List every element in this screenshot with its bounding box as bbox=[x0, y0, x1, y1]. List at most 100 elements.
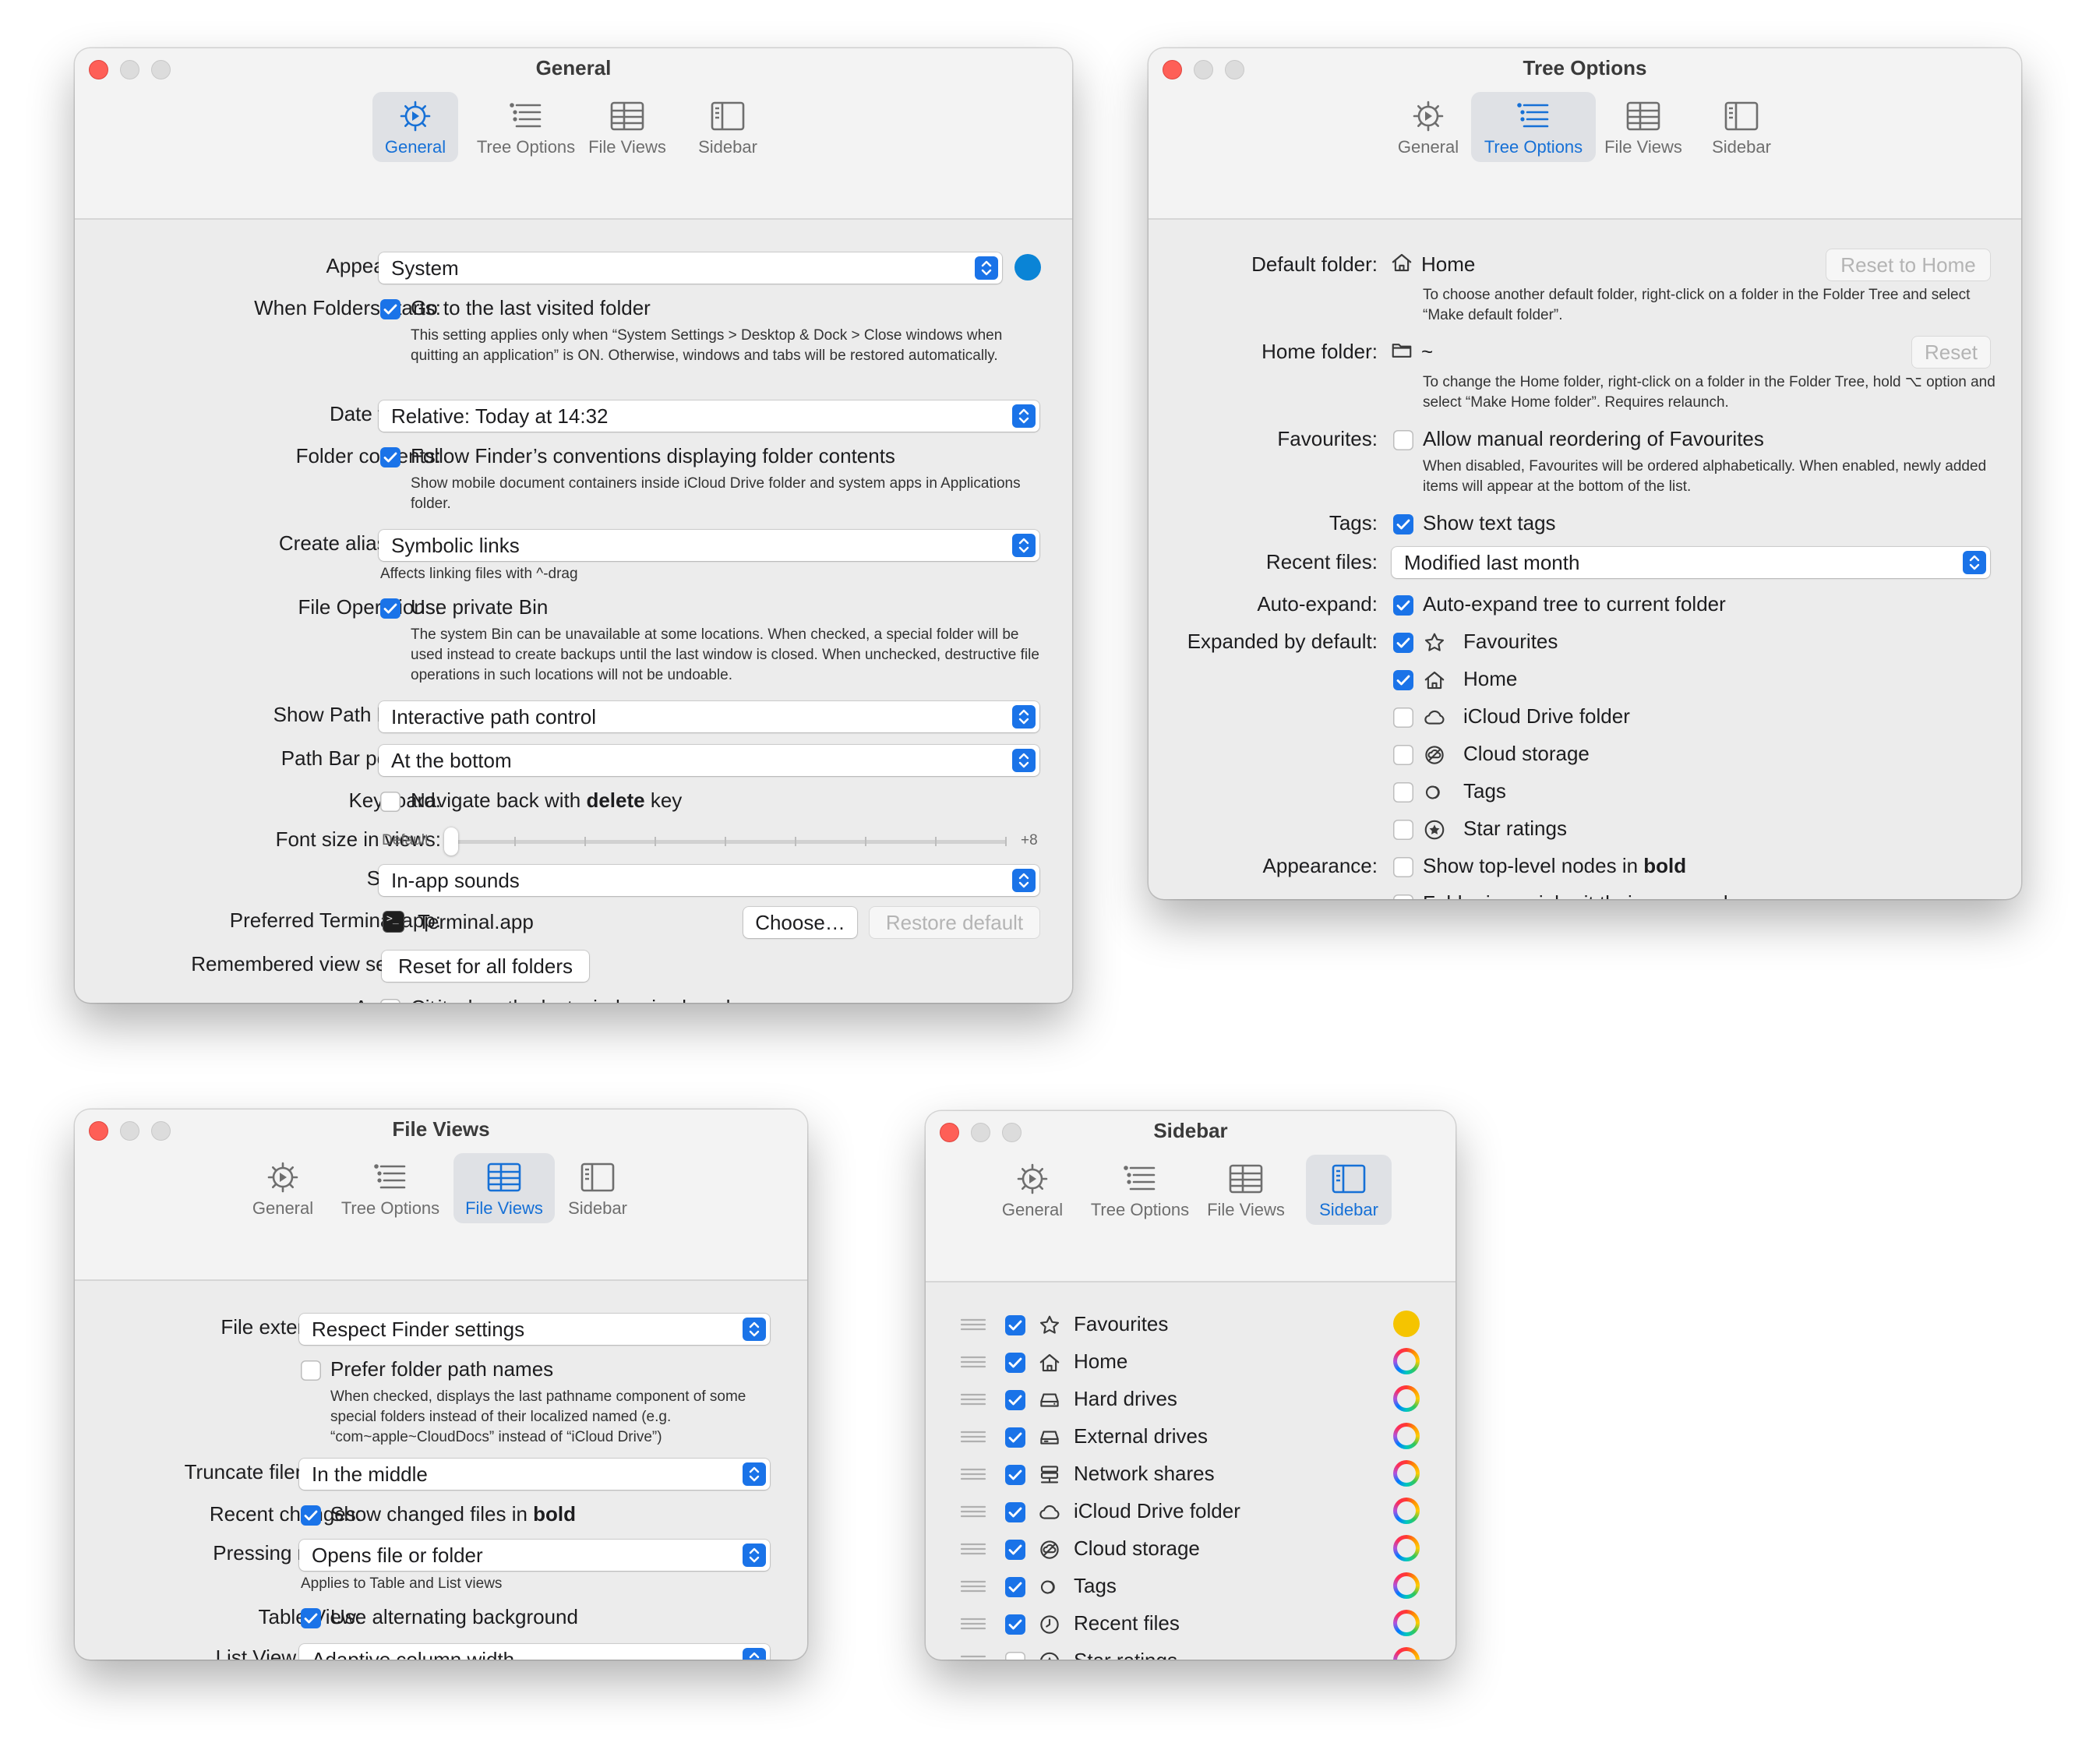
last-visited-checkbox[interactable] bbox=[380, 299, 400, 319]
sidebar-item-checkbox[interactable] bbox=[1005, 1540, 1025, 1560]
tab-label: General bbox=[252, 1198, 314, 1218]
restore-default-button[interactable]: Restore default bbox=[870, 907, 1039, 938]
navigate-back-text: Navigate back with delete key bbox=[411, 789, 683, 812]
expanded-item-checkbox[interactable] bbox=[1393, 782, 1413, 803]
sidebar-item-checkbox[interactable] bbox=[1005, 1390, 1025, 1410]
aliases-popup[interactable]: Symbolic links bbox=[379, 530, 1039, 561]
path-bar-position-popup[interactable]: At the bottom bbox=[379, 745, 1039, 776]
drag-handle-icon[interactable] bbox=[960, 1392, 986, 1406]
drag-handle-icon[interactable] bbox=[960, 1505, 986, 1519]
appearance-popup[interactable]: System bbox=[379, 252, 1002, 284]
list-view-layout-value: Adaptive column width bbox=[312, 1648, 515, 1660]
expanded-item-checkbox[interactable] bbox=[1393, 820, 1413, 840]
chevron-updown-icon bbox=[975, 256, 998, 280]
color-well[interactable] bbox=[1393, 1423, 1420, 1449]
path-bar-popup[interactable]: Interactive path control bbox=[379, 701, 1039, 732]
color-well[interactable] bbox=[1393, 1535, 1420, 1561]
expanded-item-checkbox[interactable] bbox=[1393, 707, 1413, 728]
expanded-item-label: Favourites bbox=[1463, 630, 1558, 653]
expanded-item-checkbox[interactable] bbox=[1393, 745, 1413, 765]
drag-handle-icon[interactable] bbox=[960, 1654, 986, 1660]
tab-sidebar[interactable]: Sidebar bbox=[1306, 1155, 1392, 1225]
expanded-item-checkbox[interactable] bbox=[1393, 633, 1413, 653]
default-folder-help: To choose another default folder, right-… bbox=[1423, 287, 1971, 323]
slider-tick bbox=[1005, 837, 1007, 846]
color-well[interactable] bbox=[1393, 1311, 1420, 1337]
tab-general[interactable]: General bbox=[990, 1155, 1075, 1225]
choose-terminal-button[interactable]: Choose… bbox=[743, 907, 857, 938]
color-well[interactable] bbox=[1393, 1498, 1420, 1524]
list-view-layout-popup[interactable]: Adaptive column width bbox=[299, 1644, 770, 1660]
color-well[interactable] bbox=[1393, 1572, 1420, 1599]
sidebar-item-checkbox[interactable] bbox=[1005, 1427, 1025, 1448]
bold-top-level-checkbox[interactable] bbox=[1393, 857, 1413, 877]
sounds-popup[interactable]: In-app sounds bbox=[379, 865, 1039, 896]
drag-handle-icon[interactable] bbox=[960, 1617, 986, 1631]
tab-tree-options[interactable]: Tree Options bbox=[1082, 1155, 1198, 1225]
recent-files-popup[interactable]: Modified last month bbox=[1392, 547, 1990, 578]
sidebar-item-checkbox[interactable] bbox=[1005, 1353, 1025, 1373]
file-extensions-popup[interactable]: Respect Finder settings bbox=[299, 1314, 770, 1345]
slider-knob[interactable] bbox=[444, 827, 458, 856]
drag-handle-icon[interactable] bbox=[960, 1579, 986, 1593]
private-bin-checkbox[interactable] bbox=[380, 598, 400, 619]
gear-icon bbox=[397, 98, 434, 134]
tab-general[interactable]: General bbox=[372, 92, 458, 162]
inherit-group-colour-checkbox[interactable] bbox=[1393, 894, 1413, 899]
tab-file-views[interactable]: File Views bbox=[1203, 1155, 1289, 1225]
pressing-return-popup[interactable]: Opens file or folder bbox=[299, 1540, 770, 1571]
changed-files-bold-text: Show changed files in bold bbox=[330, 1502, 577, 1526]
pressing-return-help: Applies to Table and List views bbox=[301, 1575, 503, 1592]
accent-color-well[interactable] bbox=[1014, 254, 1041, 280]
sidebar-item-label: iCloud Drive folder bbox=[1074, 1499, 1240, 1522]
sidebar-item-checkbox[interactable] bbox=[1005, 1614, 1025, 1635]
font-size-slider[interactable] bbox=[444, 827, 1007, 856]
color-well[interactable] bbox=[1393, 1348, 1420, 1374]
tab-general[interactable]: General bbox=[1385, 92, 1471, 162]
expanded-item-label: Cloud storage bbox=[1463, 742, 1590, 765]
reset-all-folders-button[interactable]: Reset for all folders bbox=[382, 951, 589, 982]
color-well[interactable] bbox=[1393, 1647, 1420, 1660]
drag-handle-icon[interactable] bbox=[960, 1318, 986, 1332]
reorder-favourites-text: Allow manual reordering of Favourites bbox=[1423, 427, 1764, 450]
reset-home-folder-button[interactable]: Reset bbox=[1912, 337, 1990, 368]
tab-sidebar[interactable]: Sidebar bbox=[555, 1153, 640, 1223]
tree-options-pane: Default folder: Home Reset to Home To ch… bbox=[1149, 221, 2021, 899]
color-well[interactable] bbox=[1393, 1460, 1420, 1487]
tab-file-views[interactable]: File Views bbox=[453, 1153, 555, 1223]
drag-handle-icon[interactable] bbox=[960, 1542, 986, 1556]
drag-handle-icon[interactable] bbox=[960, 1355, 986, 1369]
alternating-background-checkbox[interactable] bbox=[301, 1608, 321, 1628]
expanded-item-checkbox[interactable] bbox=[1393, 670, 1413, 690]
auto-expand-checkbox[interactable] bbox=[1393, 595, 1413, 616]
file-operations-help: The system Bin can be unavailable at som… bbox=[411, 626, 1039, 683]
tab-tree-options[interactable]: Tree Options bbox=[1471, 92, 1596, 162]
sidebar-item-checkbox[interactable] bbox=[1005, 1577, 1025, 1597]
tab-tree-options[interactable]: Tree Options bbox=[468, 92, 584, 162]
reset-to-home-button[interactable]: Reset to Home bbox=[1826, 249, 1990, 280]
drag-handle-icon[interactable] bbox=[960, 1467, 986, 1481]
changed-files-bold-checkbox[interactable] bbox=[301, 1505, 321, 1526]
date-format-popup[interactable]: Relative: Today at 14:32 bbox=[379, 400, 1039, 432]
color-well[interactable] bbox=[1393, 1610, 1420, 1636]
sidebar-item-checkbox[interactable] bbox=[1005, 1315, 1025, 1335]
font-size-max-label: +8 bbox=[1021, 832, 1038, 848]
color-well[interactable] bbox=[1393, 1385, 1420, 1412]
tab-tree-options[interactable]: Tree Options bbox=[332, 1153, 449, 1223]
truncate-filenames-popup[interactable]: In the middle bbox=[299, 1459, 770, 1490]
tab-general[interactable]: General bbox=[240, 1153, 326, 1223]
prefer-folder-path-checkbox[interactable] bbox=[301, 1360, 321, 1381]
navigate-back-checkbox[interactable] bbox=[380, 792, 400, 812]
tab-sidebar[interactable]: Sidebar bbox=[681, 92, 775, 162]
show-text-tags-checkbox[interactable] bbox=[1393, 514, 1413, 534]
tab-file-views[interactable]: File Views bbox=[584, 92, 670, 162]
sidebar-item-checkbox[interactable] bbox=[1005, 1652, 1025, 1660]
drag-handle-icon[interactable] bbox=[960, 1430, 986, 1444]
reorder-favourites-checkbox[interactable] bbox=[1393, 430, 1413, 450]
auto-quit-checkbox[interactable] bbox=[380, 999, 400, 1003]
tab-sidebar[interactable]: Sidebar bbox=[1699, 92, 1784, 162]
sidebar-item-checkbox[interactable] bbox=[1005, 1502, 1025, 1522]
finder-conventions-checkbox[interactable] bbox=[380, 447, 400, 467]
tab-file-views[interactable]: File Views bbox=[1600, 92, 1686, 162]
sidebar-item-checkbox[interactable] bbox=[1005, 1465, 1025, 1485]
